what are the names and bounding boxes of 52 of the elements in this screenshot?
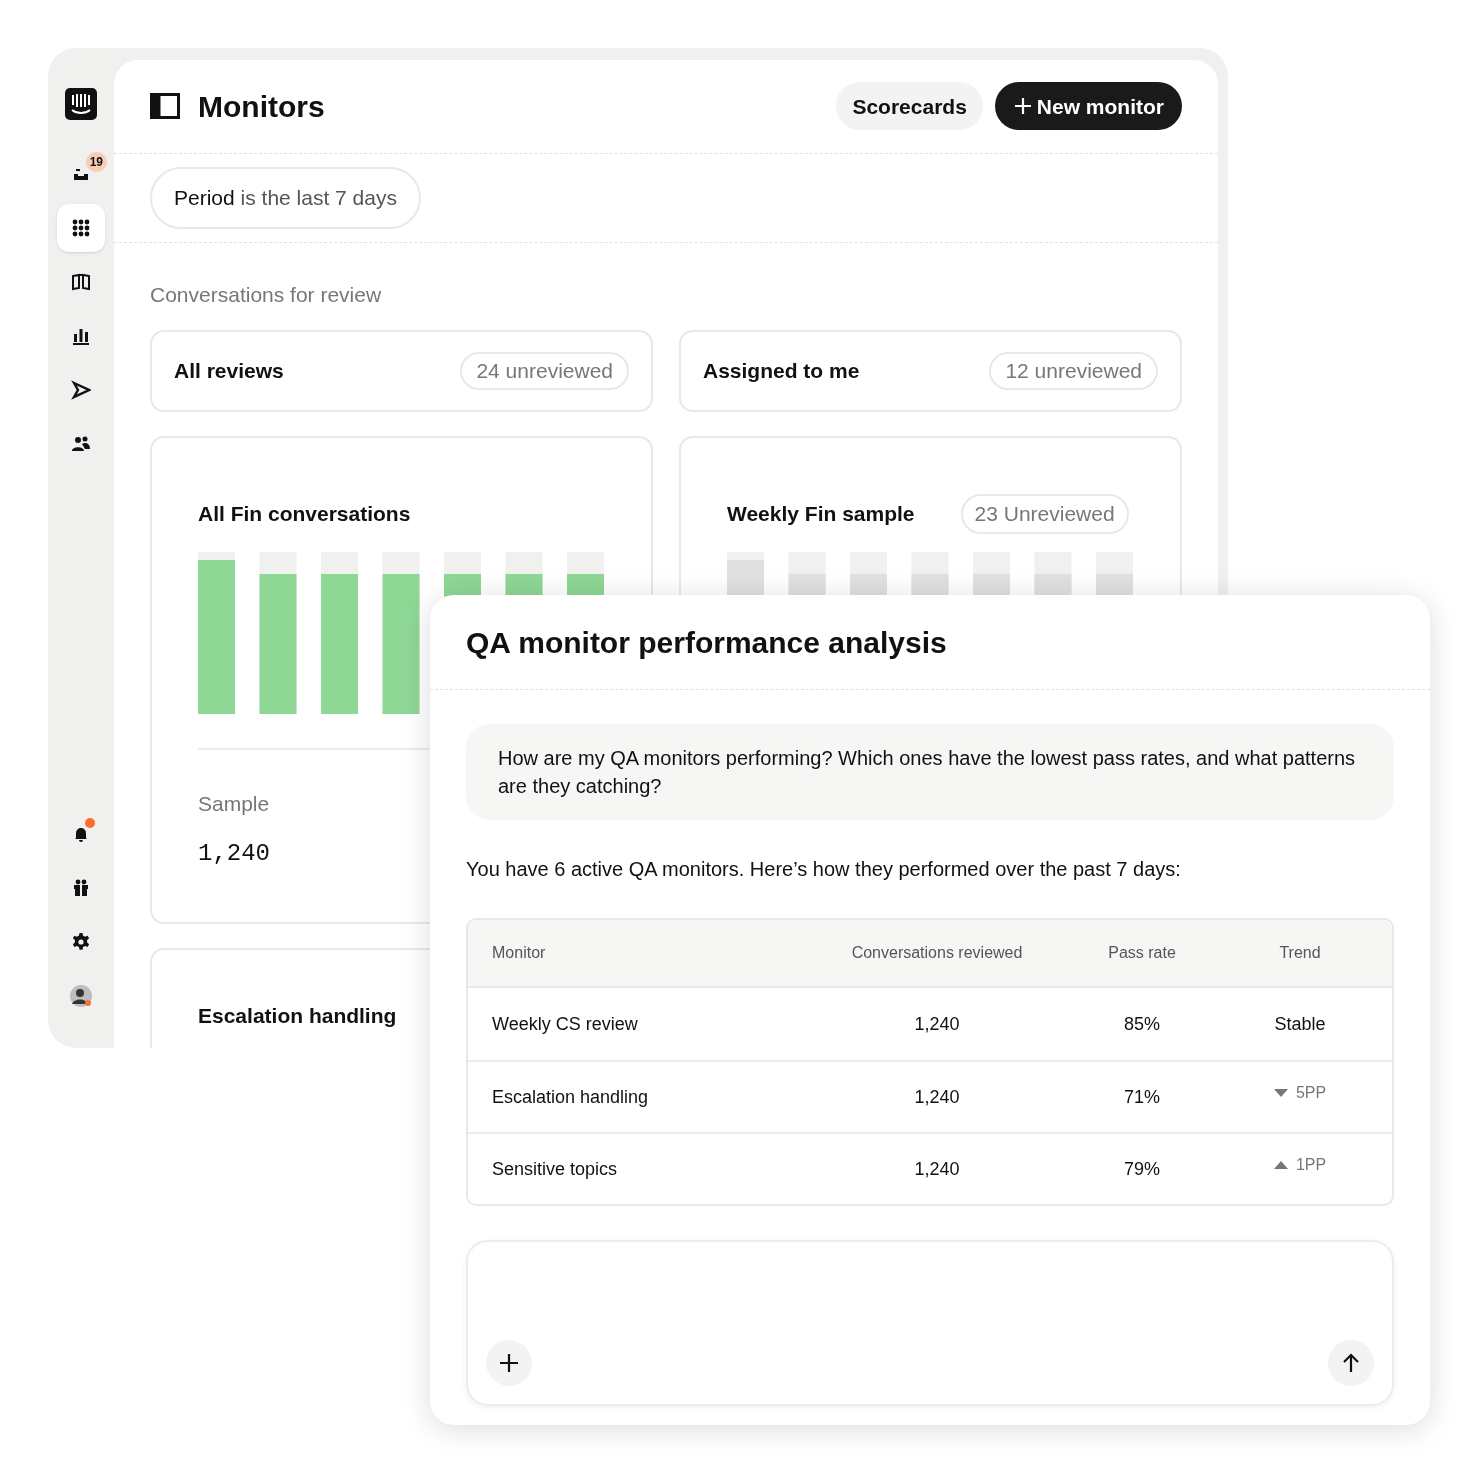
unreviewed-count: 24 unreviewed [460,352,629,390]
send-icon [71,380,91,400]
table-cell-text: 1PP [1295,1155,1327,1175]
logo-icon [65,88,97,120]
new-monitor-button[interactable]: New monitor [994,82,1182,131]
table-cell-text: Sensitive topics [492,1157,618,1181]
plus-icon [499,1353,519,1373]
column-header: Conversations reviewed [851,943,1023,963]
card-title: All Fin conversations [198,501,411,528]
table-cell-text: Weekly CS review [492,1012,638,1036]
unreviewed-count: 23 Unreviewed [960,494,1129,534]
card-title: Assigned to me [703,358,860,385]
section-title: Conversations for review [150,281,383,308]
card-title: All reviews [174,358,284,385]
table-cell-text: 1,240 [914,1085,960,1109]
sidebar-item[interactable]: 19 [57,150,105,198]
table-cell-text: Stable [1274,1012,1326,1036]
table-cell-text: 85% [1124,1012,1160,1036]
table-cell-text: 71% [1124,1085,1160,1109]
unreviewed-count: 12 unreviewed [989,352,1158,390]
arrow-up-icon [1341,1353,1361,1373]
stat-value: 1,240 [198,838,270,869]
gift-icon [71,878,91,898]
column-header: Pass rate [1108,943,1176,963]
table-cell-text: 1,240 [914,1012,960,1036]
review-card[interactable]: Assigned to me 12 unreviewed [679,330,1182,412]
scorecards-button[interactable]: Scorecards [836,82,983,131]
bar-chart-icon [71,326,91,346]
card-title: Weekly Fin sample [727,501,915,528]
column-header: Trend [1279,943,1321,963]
table-cell-text: Escalation handling [492,1085,649,1109]
table-cell-text: 1,240 [914,1157,960,1181]
message-input[interactable] [466,1240,1394,1406]
stat-label: Sample [198,791,271,817]
people-icon [71,434,91,454]
user-message: How are my QA monitors performing? Which ones have the lowest pass rates, and what patterns are they catching? [466,724,1394,820]
table-cell-text: 5PP [1295,1083,1327,1103]
settings-icon [71,932,91,952]
add-button[interactable] [486,1340,532,1386]
card-title: Escalation handling [198,1004,397,1027]
period-filter[interactable]: Period is the last 7 days [150,166,421,229]
grid-icon [71,218,91,238]
table-cell-text: 79% [1124,1157,1160,1181]
book-icon [71,272,91,292]
send-button[interactable] [1328,1340,1374,1386]
review-card[interactable]: All reviews 24 unreviewed [150,330,653,412]
sidebar-item[interactable] [57,204,105,252]
sidebar-toggle-icon[interactable] [150,93,180,120]
notification-badge: 19 [85,152,107,172]
plus-icon [1012,96,1033,117]
avatar-icon [69,984,93,1008]
page-title: Monitors [198,88,325,125]
